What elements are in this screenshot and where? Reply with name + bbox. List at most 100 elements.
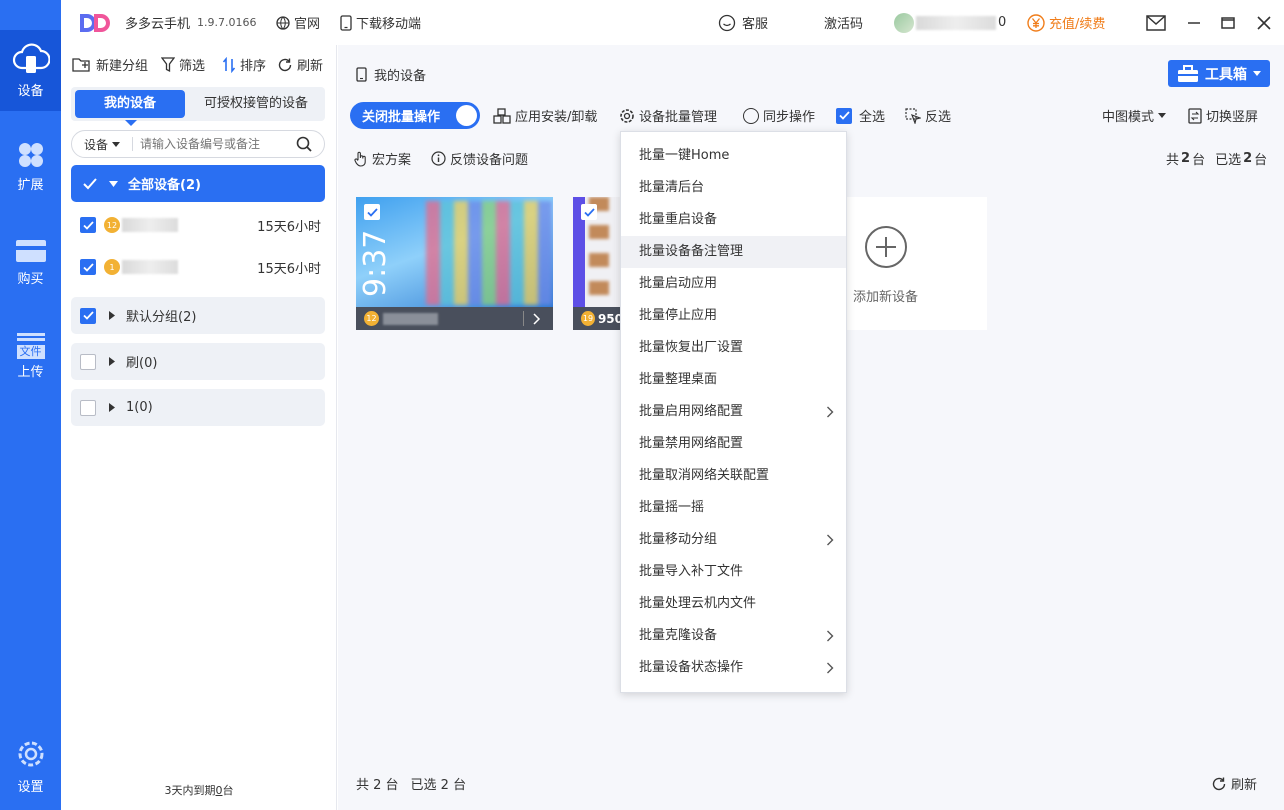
rail-settings[interactable]: 设置 <box>0 738 61 800</box>
sync-radio <box>743 107 759 124</box>
dropdown-menu-item[interactable]: 批量启动应用 <box>621 268 846 300</box>
minimize-button[interactable] <box>1186 0 1202 45</box>
account-menu[interactable]: 0 <box>894 0 1006 45</box>
official-site-link[interactable]: 官网 <box>276 0 320 45</box>
mail-button[interactable] <box>1146 0 1166 45</box>
dropdown-menu-item-label: 批量处理云机内文件 <box>639 596 757 611</box>
close-button[interactable] <box>1256 0 1272 45</box>
sidebar-refresh-button[interactable]: 刷新 <box>277 55 323 74</box>
device-checkbox[interactable] <box>80 217 96 233</box>
tab-my-devices[interactable]: 我的设备 <box>75 90 185 118</box>
dropdown-menu-item[interactable]: 批量移动分组 <box>621 524 846 556</box>
card-checkbox[interactable] <box>364 204 380 220</box>
customer-service-button[interactable]: 客服 <box>718 0 768 45</box>
search-icon[interactable] <box>296 136 312 152</box>
chevron-right-icon[interactable] <box>533 313 541 325</box>
level-badge-text: 19 <box>582 314 594 323</box>
refresh-icon <box>1212 777 1226 790</box>
chevron-right-icon <box>827 630 834 642</box>
macro-button[interactable]: 宏方案 <box>354 149 411 168</box>
group-row[interactable]: 1(0) <box>71 389 325 426</box>
card-checkbox[interactable] <box>581 204 597 220</box>
dropdown-menu-item[interactable]: 批量清后台 <box>621 172 846 204</box>
select-all-checkbox[interactable]: 全选 <box>836 106 885 125</box>
feedback-button[interactable]: 反馈设备问题 <box>431 149 528 168</box>
dropdown-menu-item[interactable]: 批量启用网络配置 <box>621 396 846 428</box>
toolbox-button[interactable]: 工具箱 <box>1168 60 1270 87</box>
device-screen-preview: 9:37 <box>356 197 553 307</box>
filter-button[interactable]: 筛选 <box>161 55 205 74</box>
app-install-button[interactable]: 应用安装/卸载 <box>493 106 597 125</box>
dropdown-menu-item-label: 批量启动应用 <box>639 276 718 291</box>
view-mode-select[interactable]: 中图模式 <box>1102 106 1167 125</box>
recharge-button[interactable]: 充值/续费 <box>1027 0 1105 45</box>
device-checkbox[interactable] <box>80 259 96 275</box>
rail-buy[interactable]: 购买 <box>0 232 61 292</box>
lockscreen-time: 9:37 <box>358 229 393 297</box>
device-remaining: 15天6小时 <box>257 219 321 235</box>
search-divider <box>132 137 133 151</box>
activation-code-label: 激活码 <box>824 17 864 32</box>
group-row[interactable]: 刷(0) <box>71 343 325 380</box>
app-title: 多多云手机 1.9.7.0166 <box>125 0 257 45</box>
dropdown-menu-item[interactable]: 批量摇一摇 <box>621 492 846 524</box>
rail-upload[interactable]: 文件 上传 <box>0 325 61 387</box>
macro-label: 宏方案 <box>372 153 412 168</box>
dropdown-menu-item[interactable]: 批量恢复出厂设置 <box>621 332 846 364</box>
search-input[interactable] <box>140 134 290 154</box>
sort-button[interactable]: 排序 <box>222 55 266 74</box>
expiry-count: 0 <box>215 784 223 797</box>
device-card[interactable]: 19 950 <box>573 197 623 330</box>
rail-extend[interactable]: 扩展 <box>0 132 61 193</box>
all-devices-row[interactable]: 全部设备(2) <box>71 165 325 202</box>
dropdown-menu-item-label: 批量克隆设备 <box>639 628 718 643</box>
dropdown-menu-item-label: 批量移动分组 <box>639 532 718 547</box>
group-checkbox[interactable] <box>80 353 96 370</box>
dropdown-menu-item-label: 批量摇一摇 <box>639 500 705 515</box>
activation-code-button[interactable]: 激活码 <box>824 0 863 45</box>
maximize-button[interactable] <box>1220 0 1236 45</box>
switch-orientation-label: 切换竖屏 <box>1206 110 1259 125</box>
footer-refresh-button[interactable]: 刷新 <box>1211 774 1257 793</box>
dropdown-menu-item-label: 批量整理桌面 <box>639 372 718 387</box>
search-scope-select[interactable]: 设备 <box>84 131 121 157</box>
dropdown-menu-item[interactable]: 批量整理桌面 <box>621 364 846 396</box>
switch-orientation-button[interactable]: 切换竖屏 <box>1188 106 1258 125</box>
device-card[interactable]: 9:37 12 <box>356 197 553 330</box>
dropdown-menu-item[interactable]: 批量设备备注管理 <box>621 236 846 268</box>
device-card-footer: 19 950 <box>573 307 623 330</box>
dropdown-menu-item[interactable]: 批量导入补丁文件 <box>621 556 846 588</box>
dropdown-menu-item[interactable]: 批量克隆设备 <box>621 620 846 652</box>
device-batch-manage-button[interactable]: 设备批量管理 <box>619 106 717 125</box>
group-checkbox[interactable] <box>80 307 96 324</box>
level-badge: 12 <box>364 311 379 326</box>
app-install-label: 应用安装/卸载 <box>515 110 598 125</box>
sync-ops-button[interactable]: 同步操作 <box>743 106 815 125</box>
new-group-label: 新建分组 <box>96 59 149 74</box>
rail-upload-label: 上传 <box>17 365 44 380</box>
group-label: 默认分组(2) <box>126 310 197 325</box>
device-row[interactable]: 12 15天6小时 <box>71 206 325 244</box>
new-group-button[interactable]: 新建分组 <box>72 55 148 74</box>
add-device-card[interactable]: 添加新设备 <box>834 197 987 330</box>
cloud-phone-icon <box>12 43 50 73</box>
batch-mode-toggle[interactable]: 关闭批量操作 <box>350 102 480 129</box>
dropdown-menu-item[interactable]: 批量一键Home <box>621 140 846 172</box>
download-mobile-link[interactable]: 下载移动端 <box>340 0 421 45</box>
dropdown-menu-item[interactable]: 批量处理云机内文件 <box>621 588 846 620</box>
chevron-right-icon <box>827 406 834 418</box>
dropdown-menu-item[interactable]: 批量禁用网络配置 <box>621 428 846 460</box>
tab-authorized-devices[interactable]: 可授权接管的设备 <box>189 87 323 121</box>
invert-selection-button[interactable]: 反选 <box>905 106 951 125</box>
boxes-icon <box>493 107 511 124</box>
sidebar-refresh-label: 刷新 <box>297 59 324 74</box>
rail-devices[interactable]: 设备 <box>0 30 61 111</box>
dropdown-menu-item[interactable]: 批量设备状态操作 <box>621 652 846 684</box>
dropdown-menu-item[interactable]: 批量取消网络关联配置 <box>621 460 846 492</box>
group-row[interactable]: 默认分组(2) <box>71 297 325 334</box>
dropdown-menu-item[interactable]: 批量停止应用 <box>621 300 846 332</box>
device-row[interactable]: 1 15天6小时 <box>71 248 325 286</box>
group-checkbox[interactable] <box>80 399 96 416</box>
dropdown-menu-item[interactable]: 批量重启设备 <box>621 204 846 236</box>
caret-right-icon <box>109 311 115 320</box>
